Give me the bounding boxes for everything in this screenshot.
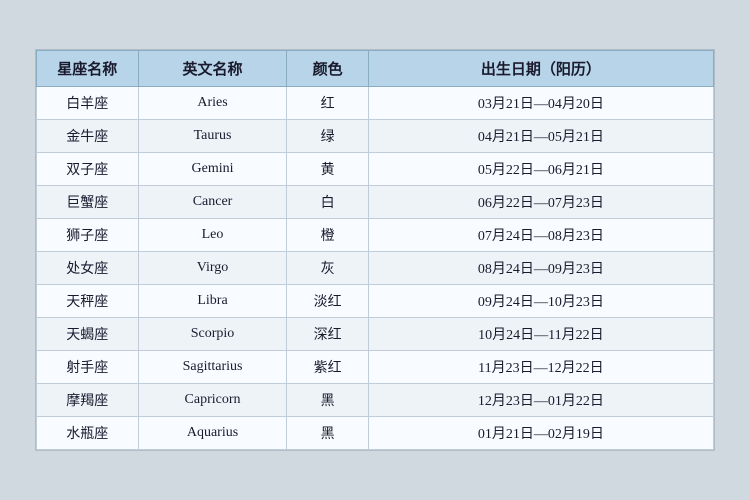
table-row: 巨蟹座Cancer白06月22日—07月23日 [37, 186, 714, 219]
table-row: 天蝎座Scorpio深红10月24日—11月22日 [37, 318, 714, 351]
table-row: 双子座Gemini黄05月22日—06月21日 [37, 153, 714, 186]
cell-color: 黑 [287, 384, 368, 417]
cell-color: 绿 [287, 120, 368, 153]
cell-en: Scorpio [138, 318, 287, 351]
cell-color: 红 [287, 87, 368, 120]
table-row: 摩羯座Capricorn黑12月23日—01月22日 [37, 384, 714, 417]
table-row: 处女座Virgo灰08月24日—09月23日 [37, 252, 714, 285]
cell-color: 黄 [287, 153, 368, 186]
cell-zh: 白羊座 [37, 87, 139, 120]
table-row: 射手座Sagittarius紫红11月23日—12月22日 [37, 351, 714, 384]
cell-zh: 双子座 [37, 153, 139, 186]
cell-date: 04月21日—05月21日 [368, 120, 713, 153]
cell-en: Taurus [138, 120, 287, 153]
cell-date: 10月24日—11月22日 [368, 318, 713, 351]
zodiac-table-wrapper: 星座名称 英文名称 颜色 出生日期（阳历） 白羊座Aries红03月21日—04… [35, 49, 715, 451]
cell-date: 01月21日—02月19日 [368, 417, 713, 450]
cell-en: Virgo [138, 252, 287, 285]
table-header-row: 星座名称 英文名称 颜色 出生日期（阳历） [37, 51, 714, 87]
cell-zh: 水瓶座 [37, 417, 139, 450]
cell-date: 11月23日—12月22日 [368, 351, 713, 384]
cell-color: 深红 [287, 318, 368, 351]
cell-zh: 摩羯座 [37, 384, 139, 417]
cell-zh: 巨蟹座 [37, 186, 139, 219]
cell-date: 09月24日—10月23日 [368, 285, 713, 318]
table-row: 水瓶座Aquarius黑01月21日—02月19日 [37, 417, 714, 450]
header-date: 出生日期（阳历） [368, 51, 713, 87]
cell-color: 白 [287, 186, 368, 219]
cell-date: 05月22日—06月21日 [368, 153, 713, 186]
cell-en: Gemini [138, 153, 287, 186]
cell-zh: 金牛座 [37, 120, 139, 153]
cell-date: 06月22日—07月23日 [368, 186, 713, 219]
cell-color: 黑 [287, 417, 368, 450]
cell-date: 08月24日—09月23日 [368, 252, 713, 285]
cell-en: Aquarius [138, 417, 287, 450]
cell-date: 07月24日—08月23日 [368, 219, 713, 252]
cell-color: 橙 [287, 219, 368, 252]
cell-zh: 射手座 [37, 351, 139, 384]
cell-date: 03月21日—04月20日 [368, 87, 713, 120]
cell-en: Capricorn [138, 384, 287, 417]
cell-zh: 天蝎座 [37, 318, 139, 351]
zodiac-table: 星座名称 英文名称 颜色 出生日期（阳历） 白羊座Aries红03月21日—04… [36, 50, 714, 450]
table-row: 金牛座Taurus绿04月21日—05月21日 [37, 120, 714, 153]
cell-en: Aries [138, 87, 287, 120]
table-row: 狮子座Leo橙07月24日—08月23日 [37, 219, 714, 252]
table-row: 天秤座Libra淡红09月24日—10月23日 [37, 285, 714, 318]
header-zh: 星座名称 [37, 51, 139, 87]
cell-en: Sagittarius [138, 351, 287, 384]
cell-zh: 天秤座 [37, 285, 139, 318]
header-en: 英文名称 [138, 51, 287, 87]
header-color: 颜色 [287, 51, 368, 87]
cell-en: Leo [138, 219, 287, 252]
cell-color: 紫红 [287, 351, 368, 384]
cell-zh: 狮子座 [37, 219, 139, 252]
cell-date: 12月23日—01月22日 [368, 384, 713, 417]
table-body: 白羊座Aries红03月21日—04月20日金牛座Taurus绿04月21日—0… [37, 87, 714, 450]
cell-color: 灰 [287, 252, 368, 285]
table-row: 白羊座Aries红03月21日—04月20日 [37, 87, 714, 120]
cell-en: Cancer [138, 186, 287, 219]
cell-color: 淡红 [287, 285, 368, 318]
cell-zh: 处女座 [37, 252, 139, 285]
cell-en: Libra [138, 285, 287, 318]
